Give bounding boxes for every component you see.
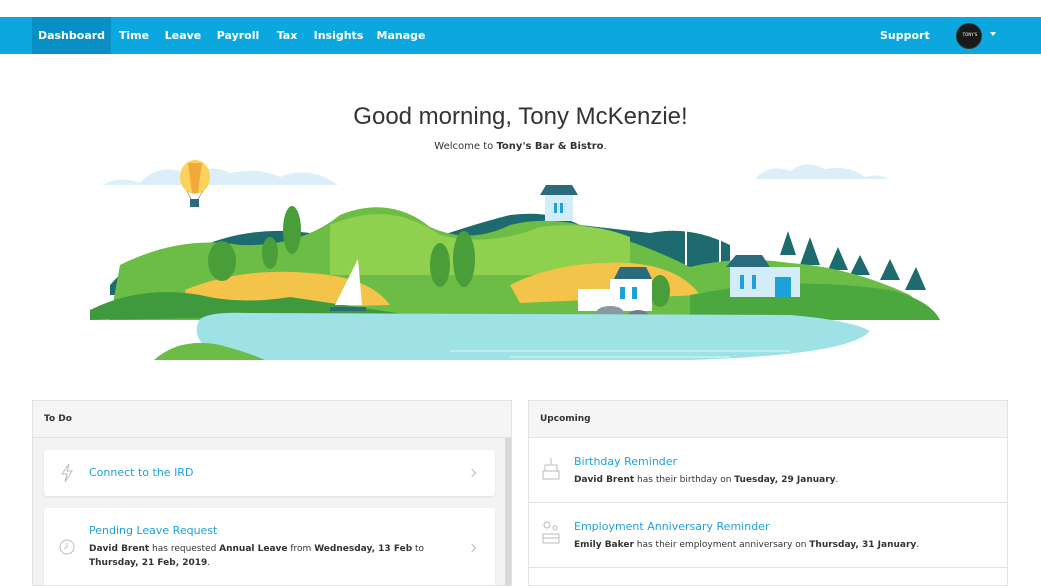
clock-icon <box>59 539 75 555</box>
nav-tax[interactable]: Tax <box>270 17 304 54</box>
upcoming-item-anniversary[interactable]: Employment Anniversary Reminder Emily Ba… <box>529 503 1007 568</box>
upcoming-item-birthday[interactable]: Birthday Reminder David Brent has their … <box>529 438 1007 503</box>
anniversary-icon <box>542 521 560 544</box>
cake-icon <box>542 458 560 480</box>
todo-item-title[interactable]: Pending Leave Request <box>89 524 217 537</box>
chevron-right-icon <box>467 468 477 478</box>
upcoming-panel: Upcoming Birthday Reminder David Brent h… <box>528 400 1008 586</box>
todo-heading: To Do <box>33 401 511 438</box>
todo-item-title[interactable]: Connect to the IRD <box>89 466 193 479</box>
chevron-down-icon[interactable] <box>990 32 996 36</box>
avatar[interactable]: TONY'S <box>956 23 982 49</box>
landscape-illustration <box>90 160 940 360</box>
scrollbar[interactable] <box>505 438 511 585</box>
nav-manage[interactable]: Manage <box>373 17 429 54</box>
upcoming-item-description: Emily Baker has their employment anniver… <box>574 540 920 550</box>
upcoming-item-partial[interactable] <box>529 568 1007 585</box>
hot-air-balloon-icon <box>180 160 210 207</box>
business-name: Tony's Bar & Bistro <box>496 141 604 152</box>
todo-item-leave-request[interactable]: Pending Leave Request David Brent has re… <box>44 508 495 585</box>
nav-payroll[interactable]: Payroll <box>212 17 264 54</box>
upcoming-item-title[interactable]: Employment Anniversary Reminder <box>574 520 769 533</box>
nav-insights[interactable]: Insights <box>311 17 366 54</box>
todo-panel: To Do Connect to the IRD Pending Leave R… <box>32 400 512 586</box>
upcoming-item-title[interactable]: Birthday Reminder <box>574 455 677 468</box>
avatar-logo-text: TONY'S <box>962 32 978 37</box>
top-nav: Dashboard Time Leave Payroll Tax Insight… <box>0 17 1041 54</box>
nav-time[interactable]: Time <box>113 17 155 54</box>
welcome-message: Welcome to Tony's Bar & Bistro. <box>434 141 607 152</box>
nav-support[interactable]: Support <box>880 17 930 54</box>
lightning-icon <box>61 463 73 483</box>
upcoming-heading: Upcoming <box>529 401 1007 438</box>
todo-item-description: David Brent has requested Annual Leave f… <box>89 544 425 568</box>
chevron-right-icon <box>467 543 477 553</box>
nav-dashboard[interactable]: Dashboard <box>32 17 111 54</box>
upcoming-item-description: David Brent has their birthday on Tuesda… <box>574 475 839 485</box>
page-title: Good morning, Tony McKenzie! <box>353 103 688 130</box>
nav-leave[interactable]: Leave <box>161 17 205 54</box>
todo-item-connect-ird[interactable]: Connect to the IRD <box>44 450 495 496</box>
